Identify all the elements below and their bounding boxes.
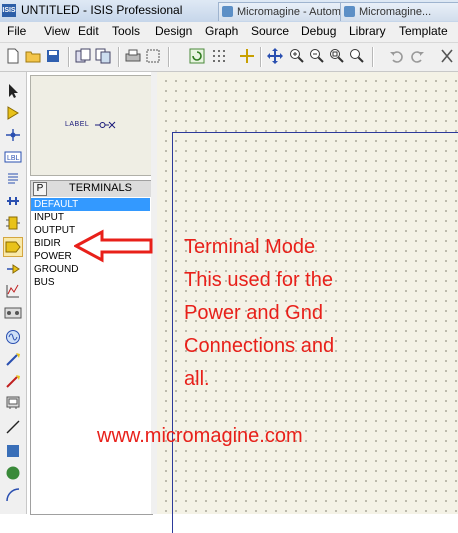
subcircuit-icon[interactable] [3, 213, 23, 233]
zoom-area-icon[interactable] [348, 47, 366, 65]
device-pins-icon[interactable] [3, 259, 23, 279]
annotation-line-4: Connections and [184, 335, 335, 357]
undo-icon[interactable] [388, 47, 406, 65]
page-icon [344, 6, 355, 17]
annotation-arrow [74, 229, 153, 263]
voltage-probe-icon[interactable] [3, 349, 23, 369]
website-watermark: www.micromagine.com [97, 425, 303, 447]
grid-icon[interactable] [210, 47, 228, 65]
list-item-ground[interactable]: GROUND [31, 263, 150, 276]
list-item-bus[interactable]: BUS [31, 276, 150, 289]
browser-tab-label: Micromagine... [359, 6, 432, 18]
mode-toolbar: LBL [0, 72, 27, 514]
browser-tab-2[interactable]: Micromagine... [340, 2, 458, 21]
zoom-out-icon[interactable] [308, 47, 326, 65]
open-folder-icon[interactable] [24, 47, 42, 65]
menu-tools[interactable]: Tools [112, 24, 140, 38]
graph-mode-icon[interactable] [3, 281, 23, 301]
page-icon [222, 6, 233, 17]
isis-app-icon[interactable]: ISIS [2, 4, 16, 17]
text-script-icon[interactable] [3, 169, 23, 189]
terminal-symbol-icon [95, 121, 116, 129]
junction-icon[interactable] [3, 125, 23, 145]
preview-label-text: LABEL [65, 121, 90, 128]
toolbar-separator [372, 47, 374, 67]
arc-icon[interactable] [3, 485, 23, 505]
annotation-line-5: all. [184, 368, 210, 390]
wire-label-icon[interactable]: LBL [3, 147, 23, 167]
menu-template[interactable]: Template [399, 24, 448, 38]
toolbar-separator [260, 47, 262, 67]
menu-design[interactable]: Design [155, 24, 192, 38]
annotation-line-2: This used for the [184, 269, 333, 291]
zoom-all-icon[interactable] [328, 47, 346, 65]
print-area-icon[interactable] [144, 47, 162, 65]
tape-recorder-icon[interactable] [3, 303, 23, 323]
pick-button[interactable]: P [33, 182, 47, 196]
svg-text:LBL: LBL [7, 155, 20, 162]
virtual-instrument-icon[interactable] [3, 393, 23, 413]
menu-library[interactable]: Library [349, 24, 386, 38]
menu-source[interactable]: Source [251, 24, 289, 38]
menu-edit[interactable]: Edit [78, 24, 99, 38]
object-selector-header: P TERMINALS [30, 180, 153, 198]
menu-debug[interactable]: Debug [301, 24, 336, 38]
import-icon[interactable] [74, 47, 92, 65]
title-bar: ISIS UNTITLED - ISIS Professional Microm… [0, 0, 458, 23]
menu-file[interactable]: File [7, 24, 26, 38]
current-probe-icon[interactable] [3, 371, 23, 391]
buses-icon[interactable] [3, 191, 23, 211]
save-icon[interactable] [44, 47, 62, 65]
cut-icon[interactable] [438, 47, 456, 65]
origin-icon[interactable] [238, 47, 256, 65]
preview-window[interactable]: LABEL [30, 75, 153, 176]
print-icon[interactable] [124, 47, 142, 65]
new-file-icon[interactable] [4, 47, 22, 65]
zoom-in-icon[interactable] [288, 47, 306, 65]
sheet-border [172, 132, 458, 533]
main-toolbar [0, 43, 458, 72]
list-item-default[interactable]: DEFAULT [31, 198, 150, 211]
terminal-mode-icon[interactable] [3, 237, 23, 257]
pan-icon[interactable] [266, 47, 284, 65]
annotation-line-3: Power and Gnd [184, 302, 323, 324]
circle-icon[interactable] [3, 463, 23, 483]
toolbar-separator [68, 47, 70, 67]
menu-bar: File View Edit Tools Design Graph Source… [0, 22, 458, 43]
generator-icon[interactable] [3, 327, 23, 347]
browser-tab-1[interactable]: Micromagine - Automatio... [218, 2, 358, 21]
refresh-icon[interactable] [188, 47, 206, 65]
menu-view[interactable]: View [44, 24, 70, 38]
window-title: UNTITLED - ISIS Professional [21, 3, 183, 17]
line-icon[interactable] [3, 417, 23, 437]
toolbar-separator [168, 47, 170, 67]
component-mode-icon[interactable] [3, 103, 23, 123]
list-item-input[interactable]: INPUT [31, 211, 150, 224]
object-selector-title: TERMINALS [69, 182, 132, 194]
toolbar-separator [118, 47, 120, 67]
annotation-line-1: Terminal Mode [184, 236, 316, 258]
selection-mode-icon[interactable] [3, 81, 23, 101]
box-icon[interactable] [3, 441, 23, 461]
export-icon[interactable] [94, 47, 112, 65]
redo-icon[interactable] [408, 47, 426, 65]
menu-graph[interactable]: Graph [205, 24, 238, 38]
